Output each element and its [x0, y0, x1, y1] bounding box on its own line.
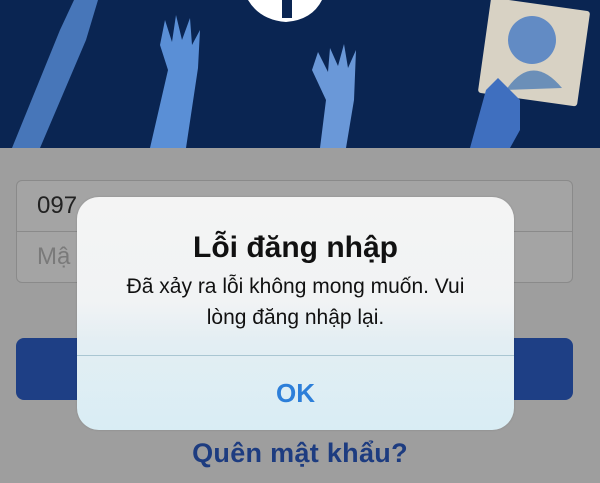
header-illustration — [0, 0, 600, 148]
alert-message: Đã xảy ra lỗi không mong muốn. Vui lòng … — [126, 275, 465, 329]
error-alert-dialog: Lỗi đăng nhập Đã xảy ra lỗi không mong m… — [77, 197, 514, 430]
ok-button[interactable]: OK — [77, 356, 514, 430]
forgot-password-link[interactable]: Quên mật khẩu? — [0, 438, 600, 469]
alert-title: Lỗi đăng nhập — [193, 231, 398, 264]
facebook-logo-icon — [248, 0, 322, 22]
